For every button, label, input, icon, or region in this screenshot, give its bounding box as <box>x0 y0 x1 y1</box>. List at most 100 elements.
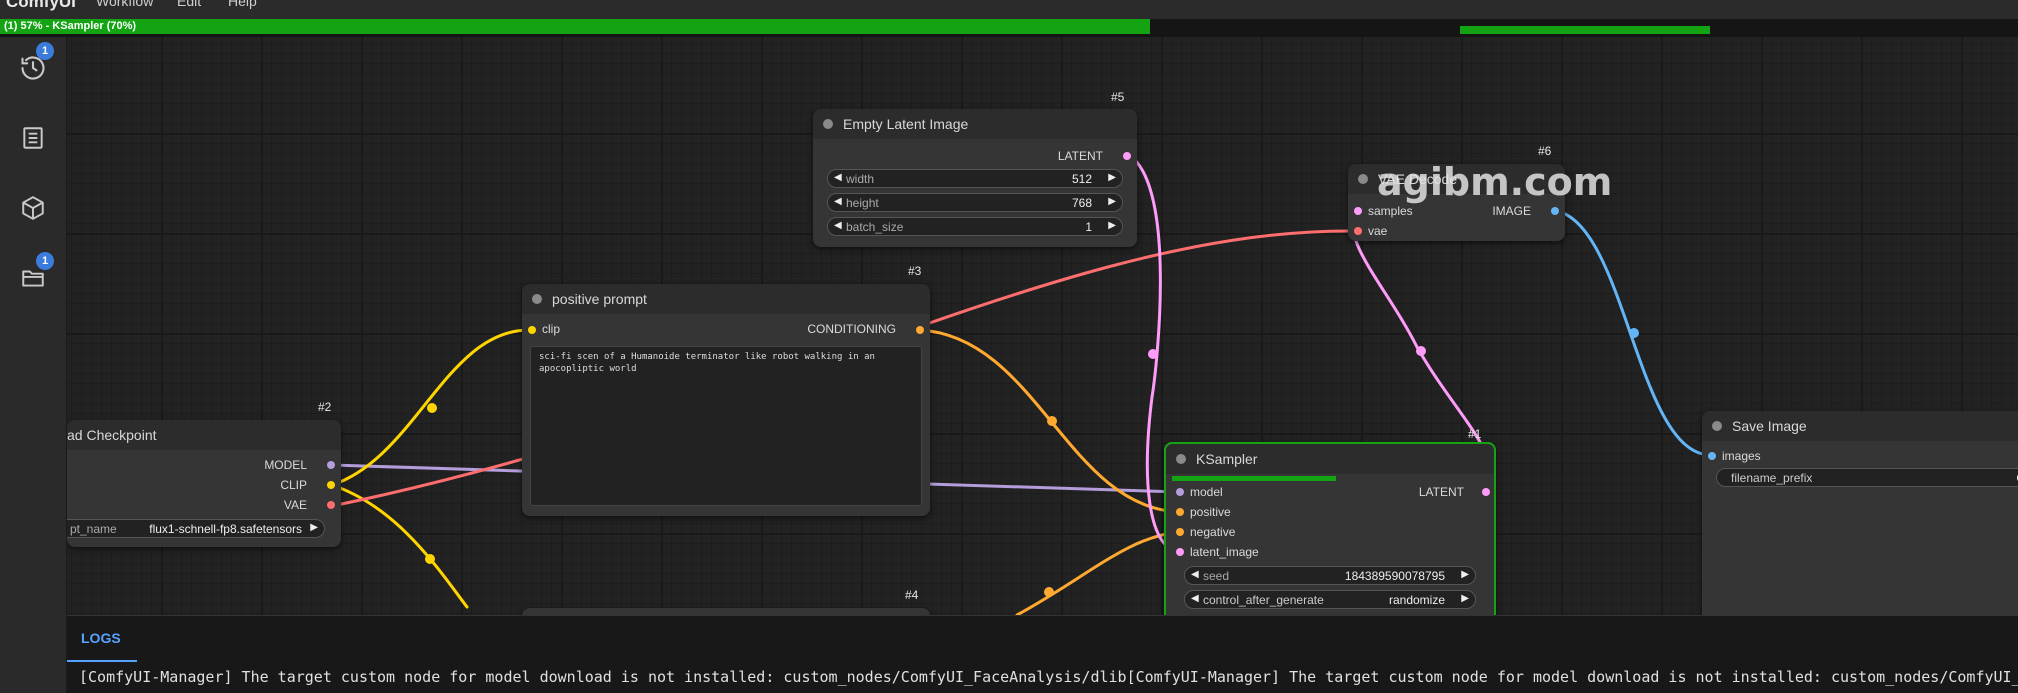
output-conditioning-label: CONDITIONING <box>807 322 896 336</box>
workflows-badge: 1 <box>36 252 54 270</box>
seed-value: 184389590078795 <box>1344 569 1445 583</box>
input-latent-image-dot[interactable] <box>1176 548 1184 556</box>
save-node-title[interactable]: Save Image <box>1702 411 2018 441</box>
reroute-clip2-dot[interactable] <box>425 554 435 564</box>
seed-widget[interactable]: ◀ seed 184389590078795 ▶ <box>1184 566 1476 585</box>
logs-tab[interactable]: LOGS <box>81 630 121 646</box>
save-collapse-dot[interactable] <box>1712 421 1722 431</box>
output-image-dot[interactable] <box>1551 207 1559 215</box>
save-title-text: Save Image <box>1732 418 1807 434</box>
batch-size-widget[interactable]: ◀ batch_size 1 ▶ <box>827 217 1123 236</box>
save-image-node[interactable]: Save Image images filename_prefix C <box>1702 411 2018 615</box>
seed-label: seed <box>1203 569 1230 583</box>
ksampler-title-text: KSampler <box>1196 451 1258 467</box>
queue-button[interactable] <box>14 119 52 157</box>
logs-panel: LOGS [ComfyUI-Manager] The target custom… <box>67 615 2018 693</box>
output-model-dot[interactable] <box>327 461 335 469</box>
output-ksampler-latent-dot[interactable] <box>1482 488 1490 496</box>
reroute-samples-dot[interactable] <box>1416 346 1426 356</box>
reroute-conditioning-dot[interactable] <box>1047 416 1057 426</box>
height-inc-arrow-icon[interactable]: ▶ <box>1108 196 1116 207</box>
width-widget[interactable]: ◀ width 512 ▶ <box>827 169 1123 188</box>
positive-prompt-node[interactable]: positive prompt clip CONDITIONING sci-fi… <box>522 284 930 516</box>
history-button[interactable]: 1 <box>14 42 54 87</box>
vae-decode-node-id: #6 <box>1538 144 1552 158</box>
queue-progress: (1) 57% - KSampler (70%) <box>0 19 2018 37</box>
seed-dec-arrow-icon[interactable]: ◀ <box>1191 569 1199 580</box>
app-brand: ComfyUI <box>6 0 76 11</box>
ckpt-name-widget[interactable]: pt_name flux1-schnell-fp8.safetensors ▶ <box>67 519 325 538</box>
input-vae-label: vae <box>1368 224 1388 238</box>
batch-size-label: batch_size <box>846 220 904 234</box>
output-model-label: MODEL <box>264 458 307 472</box>
output-vae-dot[interactable] <box>327 501 335 509</box>
prompt-textarea[interactable]: sci-fi scen of a Humanoide terminator li… <box>530 346 922 506</box>
reroute-latent-dot[interactable] <box>1148 349 1158 359</box>
model-library-button[interactable] <box>14 189 52 227</box>
filename-prefix-widget[interactable]: filename_prefix C <box>1716 468 2018 487</box>
output-latent-dot[interactable] <box>1123 152 1131 160</box>
height-value: 768 <box>1071 196 1092 210</box>
logs-output: [ComfyUI-Manager] The target custom node… <box>79 668 2018 686</box>
output-latent-label: LATENT <box>1057 149 1103 163</box>
ksampler-node[interactable]: KSampler model positive negative latent_… <box>1164 442 1496 615</box>
reroute-negative-dot[interactable] <box>1044 587 1054 597</box>
ckpt-name-label: pt_name <box>70 522 117 536</box>
input-samples-dot[interactable] <box>1354 207 1362 215</box>
latent-node-title[interactable]: Empty Latent Image <box>813 109 1137 139</box>
height-widget[interactable]: ◀ height 768 ▶ <box>827 193 1123 212</box>
checkpoint-title-text: ad Checkpoint <box>67 427 157 443</box>
batch-inc-arrow-icon[interactable]: ▶ <box>1108 220 1116 231</box>
menu-edit[interactable]: Edit <box>177 0 201 9</box>
empty-latent-image-node[interactable]: Empty Latent Image LATENT ◀ width 512 ▶ … <box>813 109 1137 247</box>
control-after-generate-label: control_after_generate <box>1203 593 1324 607</box>
input-positive-dot[interactable] <box>1176 508 1184 516</box>
batch-dec-arrow-icon[interactable]: ◀ <box>834 220 842 231</box>
input-negative-dot[interactable] <box>1176 528 1184 536</box>
input-vae-dot[interactable] <box>1354 227 1362 235</box>
input-latent-image-label: latent_image <box>1190 545 1259 559</box>
output-clip-label: CLIP <box>280 478 307 492</box>
reroute-image-dot[interactable] <box>1629 328 1639 338</box>
graph-canvas[interactable]: #2 ad Checkpoint MODEL CLIP VAE pt_name … <box>67 37 2018 615</box>
width-dec-arrow-icon[interactable]: ◀ <box>834 172 842 183</box>
output-vae-label: VAE <box>283 498 307 512</box>
input-images-dot[interactable] <box>1708 452 1716 460</box>
height-dec-arrow-icon[interactable]: ◀ <box>834 196 842 207</box>
positive-node-title[interactable]: positive prompt <box>522 284 930 314</box>
seed-inc-arrow-icon[interactable]: ▶ <box>1461 569 1469 580</box>
control-inc-arrow-icon[interactable]: ▶ <box>1461 593 1469 604</box>
input-model-dot[interactable] <box>1176 488 1184 496</box>
output-clip-dot[interactable] <box>327 481 335 489</box>
output-image-label: IMAGE <box>1492 204 1531 218</box>
positive-collapse-dot[interactable] <box>532 294 542 304</box>
menu-workflow[interactable]: Workflow <box>96 0 153 9</box>
width-inc-arrow-icon[interactable]: ▶ <box>1108 172 1116 183</box>
ckpt-name-value: flux1-schnell-fp8.safetensors <box>149 522 302 536</box>
logs-tab-indicator <box>67 660 137 662</box>
reroute-clip-dot[interactable] <box>427 403 437 413</box>
control-dec-arrow-icon[interactable]: ◀ <box>1191 593 1199 604</box>
negative-node-id: #4 <box>905 588 919 602</box>
load-checkpoint-node[interactable]: ad Checkpoint MODEL CLIP VAE pt_name flu… <box>67 420 341 547</box>
ckpt-next-arrow-icon[interactable]: ▶ <box>310 522 318 533</box>
latent-collapse-dot[interactable] <box>823 119 833 129</box>
output-conditioning-dot[interactable] <box>916 326 924 334</box>
control-after-generate-widget[interactable]: ◀ control_after_generate randomize ▶ <box>1184 590 1476 609</box>
vae-decode-collapse-dot[interactable] <box>1358 174 1368 184</box>
input-images-label: images <box>1722 449 1761 463</box>
progress-text: (1) 57% - KSampler (70%) <box>4 20 137 32</box>
model-library-icon <box>22 196 44 220</box>
filename-prefix-label: filename_prefix <box>1731 471 1813 485</box>
positive-node-id: #3 <box>908 264 922 278</box>
checkpoint-node-title[interactable]: ad Checkpoint <box>67 420 341 450</box>
ksampler-node-title[interactable]: KSampler <box>1166 444 1494 474</box>
negative-prompt-node[interactable] <box>522 608 930 615</box>
input-model-label: model <box>1190 485 1223 499</box>
input-clip-dot[interactable] <box>528 326 536 334</box>
workflows-button[interactable]: 1 <box>14 252 54 297</box>
ksampler-collapse-dot[interactable] <box>1176 454 1186 464</box>
queue-progress-bar <box>0 19 1150 34</box>
menu-help[interactable]: Help <box>228 0 257 9</box>
height-label: height <box>846 196 879 210</box>
